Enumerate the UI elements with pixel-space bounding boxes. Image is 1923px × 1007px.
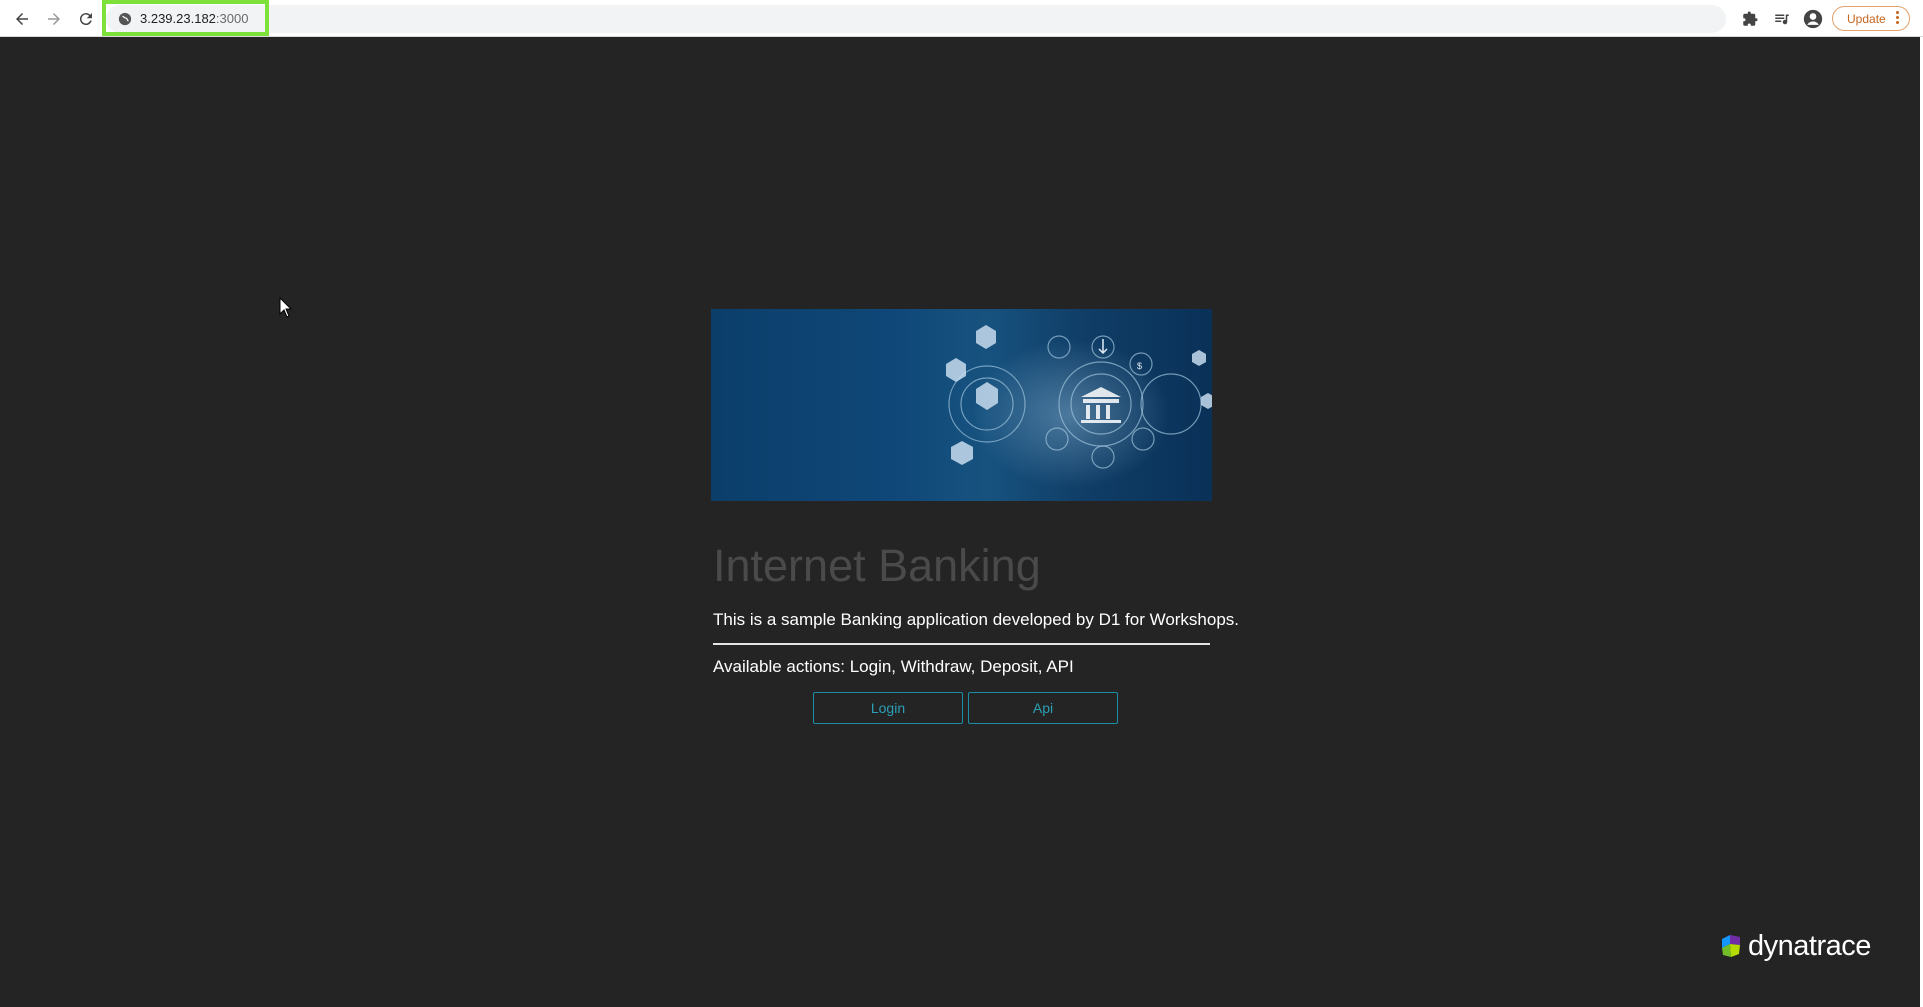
extensions-icon[interactable] [1740,9,1760,29]
mouse-cursor-icon [279,297,293,318]
available-actions-text: Available actions: Login, Withdraw, Depo… [713,657,1074,676]
url-host: 3.239.23.182 [140,11,216,26]
url-port: :3000 [215,11,249,26]
site-info-icon[interactable] [118,12,132,26]
api-button[interactable]: Api [968,692,1118,724]
back-button[interactable] [9,6,35,32]
profile-avatar-icon[interactable] [1803,9,1823,29]
page-title: Internet Banking [713,540,1041,591]
svg-text:$: $ [1137,361,1142,371]
browser-toolbar: 3.239.23.182:3000 Update [0,0,1923,37]
logo-text: dynatrace [1748,929,1871,962]
update-label: Update [1847,12,1886,26]
url-text[interactable]: 3.239.23.182:3000 [140,11,248,26]
reload-icon [79,13,92,26]
media-control-icon[interactable] [1772,9,1792,29]
more-menu-icon [1896,11,1899,26]
address-bar[interactable] [106,5,1726,33]
dynatrace-logo: dynatrace [1718,929,1871,962]
app-description: This is a sample Banking application dev… [713,610,1240,629]
forward-button[interactable] [41,6,67,32]
arrow-right-icon [48,13,60,25]
dynatrace-logo-icon [1722,935,1740,957]
hero-banner-image: $ [711,309,1212,501]
fintech-icons-graphic: $ [946,325,1212,469]
reload-button[interactable] [73,6,99,32]
update-button[interactable]: Update [1832,6,1910,31]
arrow-left-icon [16,13,28,25]
divider [713,643,1210,645]
login-button[interactable]: Login [813,692,963,724]
